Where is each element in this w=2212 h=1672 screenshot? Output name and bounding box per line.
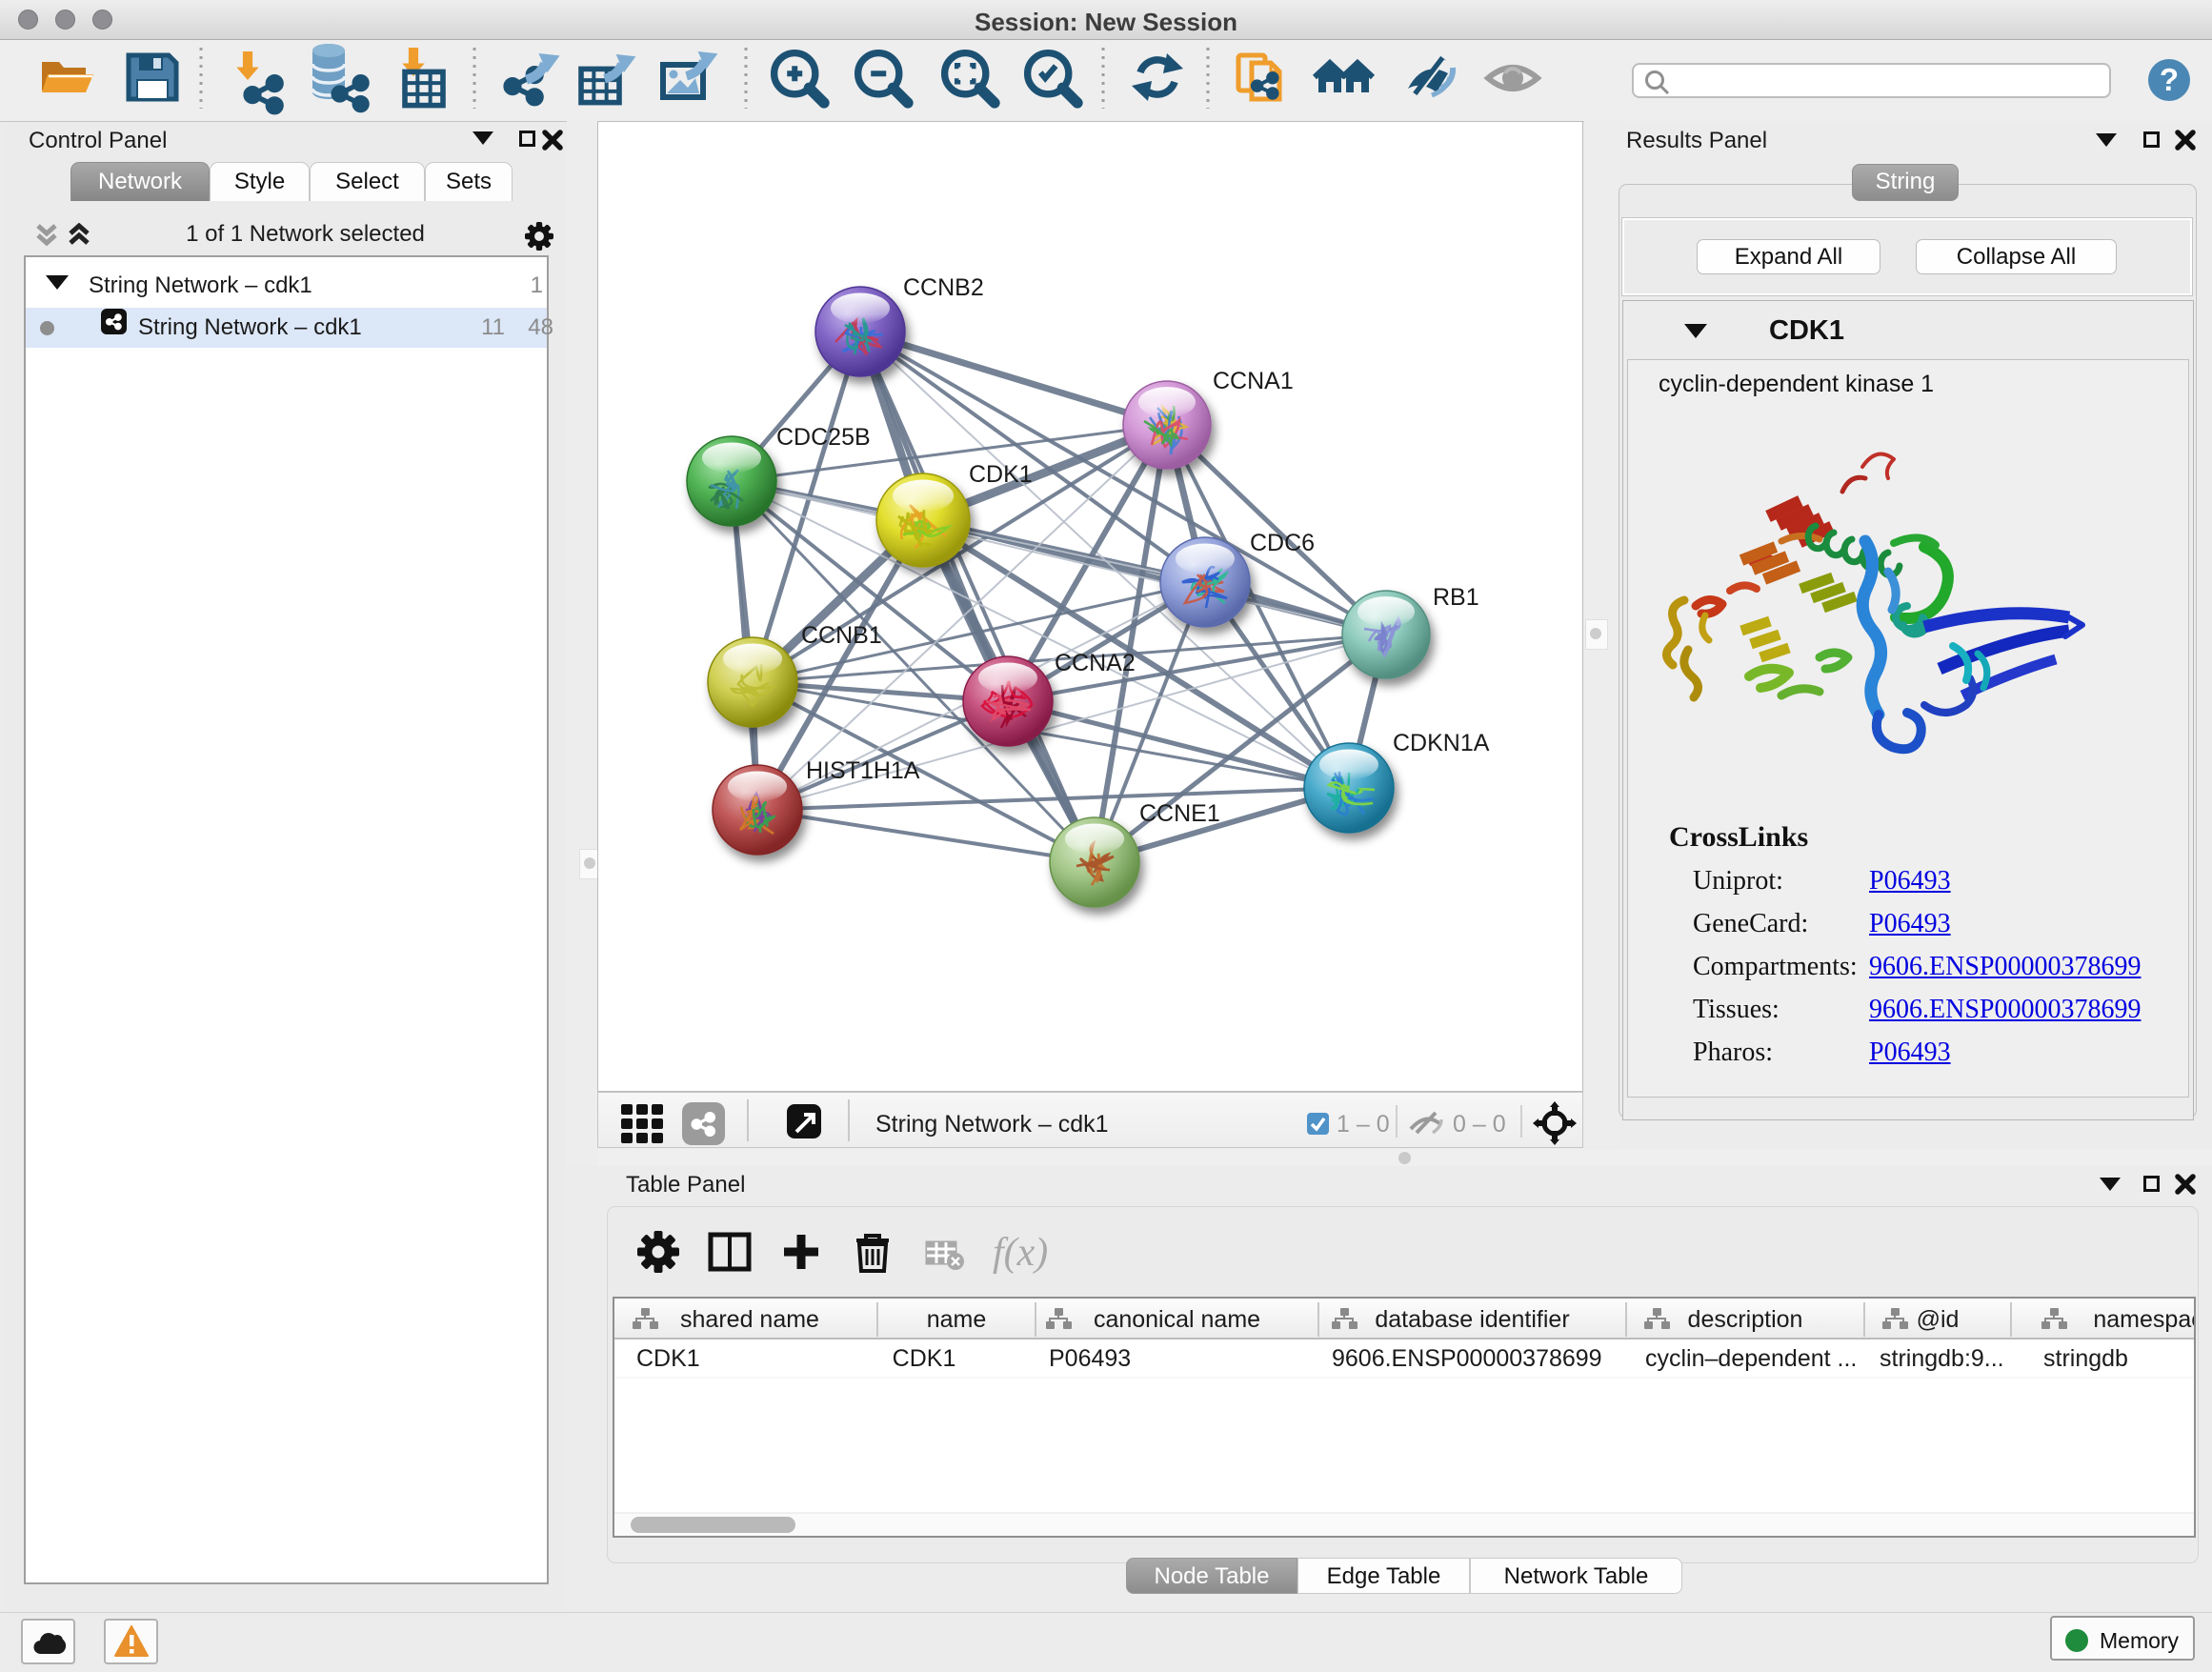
svg-text:cyclin–dependent ...: cyclin–dependent ... xyxy=(1645,1345,1857,1372)
svg-text:String Network – cdk1: String Network – cdk1 xyxy=(875,1111,1109,1138)
svg-text:CDK1: CDK1 xyxy=(636,1345,700,1372)
svg-text:CCNB1: CCNB1 xyxy=(801,622,882,649)
svg-text:description: description xyxy=(1688,1306,1803,1333)
svg-text:shared name: shared name xyxy=(680,1306,819,1333)
svg-text:canonical name: canonical name xyxy=(1094,1306,1260,1333)
svg-text:CCNB2: CCNB2 xyxy=(903,274,984,301)
svg-text:CCNA2: CCNA2 xyxy=(1055,650,1136,676)
svg-text:CDC6: CDC6 xyxy=(1250,530,1315,556)
svg-text:CCNA1: CCNA1 xyxy=(1213,368,1294,394)
svg-text:?: ? xyxy=(2160,62,2179,97)
svg-text:namespace: namespace xyxy=(2093,1306,2194,1333)
svg-text:CDKN1A: CDKN1A xyxy=(1393,730,1490,756)
svg-text:CCNE1: CCNE1 xyxy=(1139,800,1220,827)
svg-text:CDK1: CDK1 xyxy=(969,461,1033,488)
svg-text:f(x): f(x) xyxy=(993,1231,1048,1275)
svg-text:@id: @id xyxy=(1917,1306,1960,1333)
svg-text:1 – 0: 1 – 0 xyxy=(1337,1111,1390,1138)
svg-text:HIST1H1A: HIST1H1A xyxy=(806,757,920,784)
svg-text:P06493: P06493 xyxy=(1049,1345,1131,1372)
svg-text:0 – 0: 0 – 0 xyxy=(1453,1111,1506,1138)
svg-text:name: name xyxy=(927,1306,987,1333)
svg-text:stringdb: stringdb xyxy=(2043,1345,2128,1372)
svg-text:9606.ENSP00000378699: 9606.ENSP00000378699 xyxy=(1332,1345,1602,1372)
svg-text:CDK1: CDK1 xyxy=(893,1345,956,1372)
svg-text:stringdb:9...: stringdb:9... xyxy=(1880,1345,2004,1372)
svg-text:RB1: RB1 xyxy=(1433,584,1479,611)
svg-text:CDC25B: CDC25B xyxy=(776,424,871,451)
svg-text:database identifier: database identifier xyxy=(1375,1306,1569,1333)
